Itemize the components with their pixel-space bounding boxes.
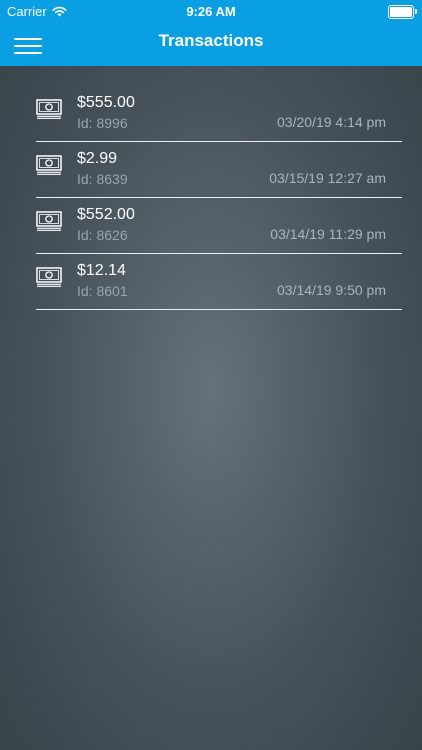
battery-icon bbox=[388, 5, 417, 19]
money-bill-icon bbox=[36, 267, 62, 287]
transaction-row[interactable]: $552.00 Id: 8626 03/14/19 11:29 pm bbox=[36, 198, 402, 254]
money-bill-icon bbox=[36, 211, 62, 231]
transaction-datetime: 03/15/19 12:27 am bbox=[269, 170, 386, 186]
transaction-row[interactable]: $2.99 Id: 8639 03/15/19 12:27 am bbox=[36, 142, 402, 198]
transaction-row[interactable]: $12.14 Id: 8601 03/14/19 9:50 pm bbox=[36, 254, 402, 310]
transaction-id: Id: 8639 bbox=[77, 171, 128, 187]
transaction-datetime: 03/20/19 4:14 pm bbox=[277, 114, 386, 130]
status-bar: Carrier 9:26 AM bbox=[0, 0, 422, 22]
transaction-amount: $2.99 bbox=[77, 150, 118, 167]
transaction-amount: $555.00 bbox=[77, 94, 135, 111]
status-time: 9:26 AM bbox=[186, 4, 236, 19]
transaction-amount: $552.00 bbox=[77, 206, 135, 223]
top-bar: Carrier 9:26 AM Transactions bbox=[0, 0, 422, 66]
transaction-row[interactable]: $555.00 Id: 8996 03/20/19 4:14 pm bbox=[36, 86, 402, 142]
money-bill-icon bbox=[36, 155, 62, 175]
transaction-datetime: 03/14/19 11:29 pm bbox=[270, 226, 386, 242]
transaction-amount: $12.14 bbox=[77, 262, 126, 279]
transaction-list: $555.00 Id: 8996 03/20/19 4:14 pm $2.99 … bbox=[36, 86, 402, 310]
transaction-id: Id: 8996 bbox=[77, 115, 128, 131]
page-title: Transactions bbox=[158, 31, 264, 50]
money-bill-icon bbox=[36, 99, 62, 119]
transaction-id: Id: 8626 bbox=[77, 227, 128, 243]
transaction-datetime: 03/14/19 9:50 pm bbox=[277, 282, 386, 298]
transaction-id: Id: 8601 bbox=[77, 283, 128, 299]
navigation-bar: Transactions bbox=[0, 22, 422, 66]
